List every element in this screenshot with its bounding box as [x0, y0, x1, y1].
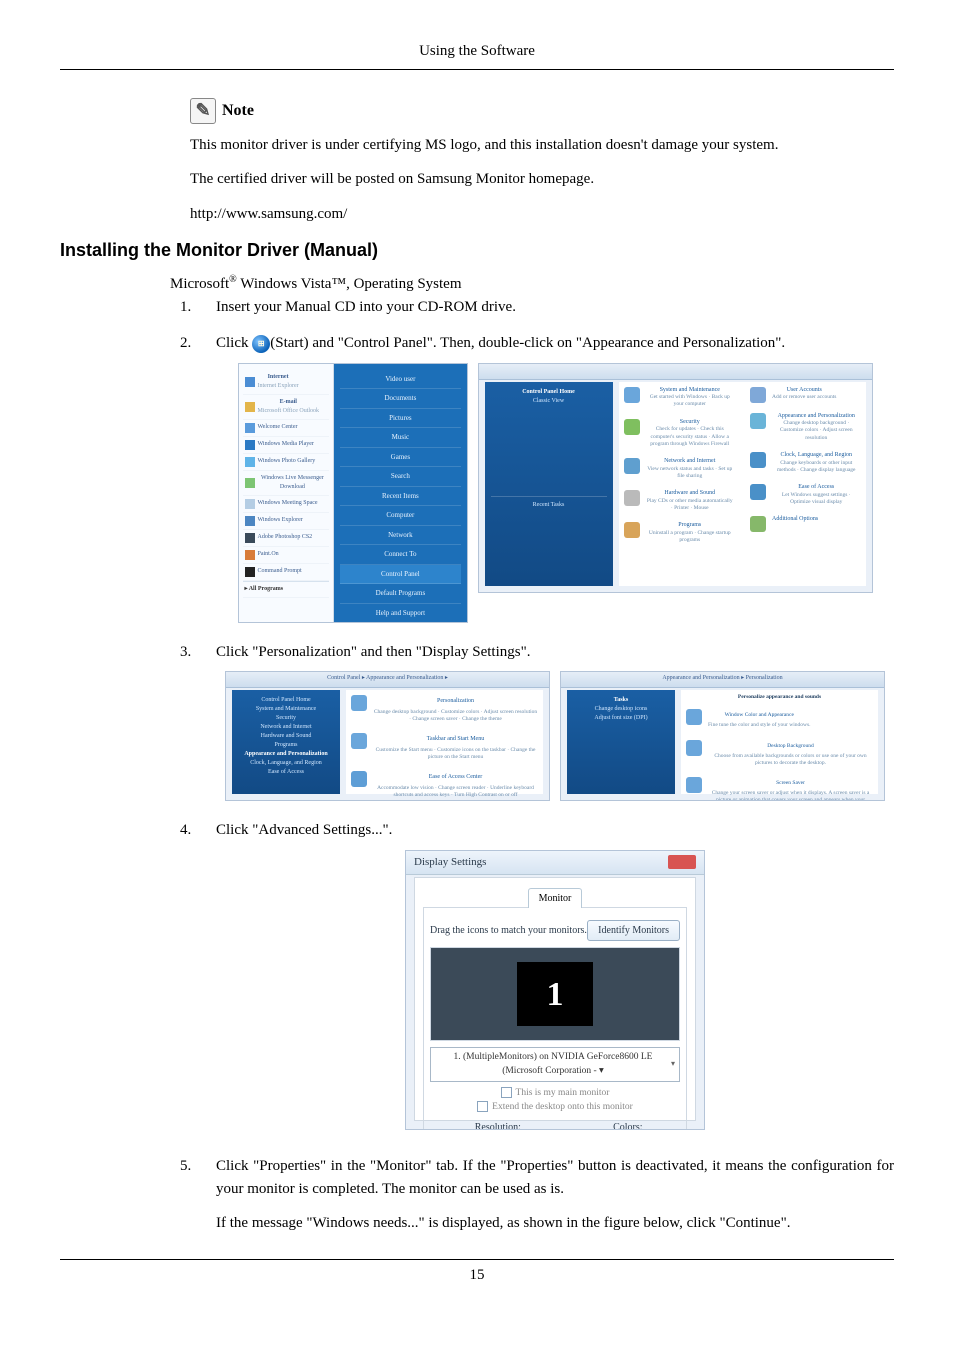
pers-tasks: Tasks Change desktop icons Adjust font s…	[567, 690, 675, 794]
os-post: Windows Vista™, Operating System	[237, 276, 462, 292]
display-dropdown[interactable]: 1. (MultipleMonitors) on NVIDIA GeForce8…	[430, 1047, 680, 1082]
note-line-1: This monitor driver is under certifying …	[190, 134, 894, 157]
screenshot-control-panel: Control Panel Home Classic View Recent T…	[478, 363, 873, 593]
step-4-text: Click "Advanced Settings...".	[216, 822, 392, 838]
page-number: 15	[60, 1259, 894, 1287]
start-menu-right: Video user Documents Pictures Music Game…	[334, 364, 466, 622]
step-5-p2: If the message "Windows needs..." is dis…	[216, 1212, 894, 1235]
step-4: Click "Advanced Settings...". Display Se…	[180, 819, 894, 1137]
step-3-text: Click "Personalization" and then "Displa…	[216, 644, 530, 660]
note-block: ✎ Note This monitor driver is under cert…	[190, 98, 894, 226]
step-1: Insert your Manual CD into your CD-ROM d…	[180, 296, 894, 319]
note-line-2: The certified driver will be posted on S…	[190, 168, 894, 191]
page-header: Using the Software	[60, 40, 894, 70]
step-1-text: Insert your Manual CD into your CD-ROM d…	[216, 299, 516, 315]
windows-start-icon: ⊞	[252, 335, 270, 353]
step-2-post: (Start) and "Control Panel". Then, doubl…	[270, 335, 785, 351]
cp-sidebar: Control Panel Home Classic View Recent T…	[485, 382, 613, 586]
start-menu-left: InternetInternet Explorer E-mailMicrosof…	[239, 364, 335, 622]
note-label: Note	[222, 99, 254, 123]
step-5-p1: Click "Properties" in the "Monitor" tab.…	[216, 1155, 894, 1200]
close-icon[interactable]	[668, 855, 696, 869]
step-2: Click ⊞(Start) and "Control Panel". Then…	[180, 332, 894, 623]
appearance-sidebar: Control Panel Home System and Maintenanc…	[232, 690, 340, 794]
resolution-label: Resolution:	[430, 1120, 566, 1130]
os-pre: Microsoft	[170, 276, 229, 292]
screenshot-appearance: Control Panel ▸ Appearance and Personali…	[225, 671, 550, 801]
screenshot-personalization: Appearance and Personalization ▸ Persona…	[560, 671, 885, 801]
tab-monitor[interactable]: Monitor	[528, 888, 583, 908]
monitor-icon[interactable]: 1	[517, 962, 593, 1026]
cp-categories: System and MaintenanceGet started with W…	[619, 382, 866, 586]
note-line-3: http://www.samsung.com/	[190, 203, 894, 226]
step-2-pre: Click	[216, 335, 252, 351]
screenshot-start-menu: InternetInternet Explorer E-mailMicrosof…	[238, 363, 468, 623]
drag-label: Drag the icons to match your monitors.	[430, 923, 587, 938]
appearance-items: PersonalizationChange desktop background…	[346, 690, 543, 794]
step-3: Click "Personalization" and then "Displa…	[180, 641, 894, 802]
colors-label: Colors:	[576, 1120, 680, 1130]
identify-button[interactable]: Identify Monitors	[587, 920, 680, 941]
check-main[interactable]	[501, 1087, 512, 1098]
dialog-title: Display Settings	[414, 854, 486, 871]
step-5: Click "Properties" in the "Monitor" tab.…	[180, 1155, 894, 1235]
screenshot-display-settings: Display Settings Monitor Drag the icons …	[405, 850, 705, 1130]
note-icon: ✎	[190, 98, 216, 124]
section-heading: Installing the Monitor Driver (Manual)	[60, 237, 894, 264]
registered-mark: ®	[229, 274, 237, 285]
pers-items: Personalize appearance and sounds Window…	[681, 690, 878, 794]
os-line: Microsoft® Windows Vista™, Operating Sys…	[170, 272, 894, 296]
check-extend[interactable]	[477, 1101, 488, 1112]
